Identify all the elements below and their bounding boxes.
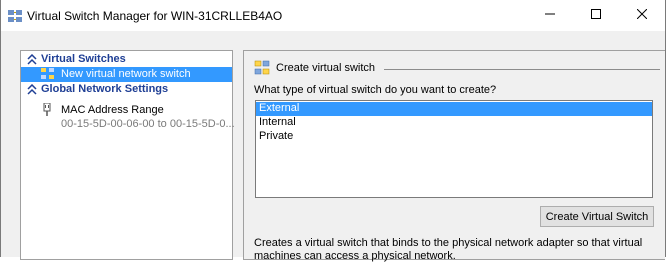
maximize-icon	[591, 9, 601, 22]
switch-type-description: Creates a virtual switch that binds to t…	[254, 237, 643, 262]
close-button[interactable]	[619, 0, 665, 31]
sidebar-item-mac-address-range[interactable]: MAC Address Range 00-15-5D-00-06-00 to 0…	[21, 102, 235, 135]
collapse-chevron-icon	[27, 53, 37, 66]
navigation-pane: Virtual Switches New virtual network swi…	[20, 50, 235, 260]
window-title: Virtual Switch Manager for WIN-31CRLLEB4…	[27, 9, 283, 23]
switch-type-prompt: What type of virtual switch do you want …	[254, 84, 497, 96]
option-label: Private	[259, 130, 294, 142]
maximize-button[interactable]	[573, 0, 619, 31]
network-switch-icon	[40, 67, 56, 81]
title-bar[interactable]: Virtual Switch Manager for WIN-31CRLLEB4…	[1, 0, 665, 31]
group-divider	[384, 69, 660, 70]
option-label: External	[259, 102, 300, 114]
network-switch-icon	[254, 60, 270, 76]
mac-range-value: 00-15-5D-00-06-00 to 00-15-5D-0...	[61, 118, 235, 130]
list-option-private[interactable]: Private	[256, 130, 652, 144]
section-virtual-switches[interactable]: Virtual Switches	[21, 53, 232, 67]
network-adapter-icon	[42, 102, 52, 117]
option-label: Internal	[259, 116, 296, 128]
minimize-icon	[545, 9, 555, 22]
section-label: Virtual Switches	[41, 53, 126, 65]
collapse-chevron-icon	[27, 83, 37, 96]
create-virtual-switch-header: Create virtual switch	[254, 60, 660, 76]
dialog-content: Virtual Switches New virtual network swi…	[1, 31, 665, 262]
group-title: Create virtual switch	[276, 62, 376, 74]
sidebar-item-new-virtual-network-switch[interactable]: New virtual network switch	[21, 67, 232, 82]
minimize-button[interactable]	[527, 0, 573, 31]
sidebar-item-label: New virtual network switch	[61, 68, 191, 80]
sidebar-item-label: MAC Address Range	[61, 104, 164, 116]
virtual-switch-manager-window: Virtual Switch Manager for WIN-31CRLLEB4…	[0, 0, 666, 262]
virtual-switch-manager-icon	[7, 8, 23, 24]
section-global-network-settings[interactable]: Global Network Settings	[21, 83, 232, 97]
close-icon	[636, 8, 648, 22]
section-label: Global Network Settings	[41, 83, 169, 95]
details-pane: Create virtual switch What type of virtu…	[243, 50, 665, 262]
create-virtual-switch-button[interactable]: Create Virtual Switch	[540, 206, 654, 227]
switch-type-listbox[interactable]: External Internal Private	[255, 100, 653, 198]
list-option-internal[interactable]: Internal	[256, 116, 652, 130]
list-option-external[interactable]: External	[256, 102, 652, 116]
